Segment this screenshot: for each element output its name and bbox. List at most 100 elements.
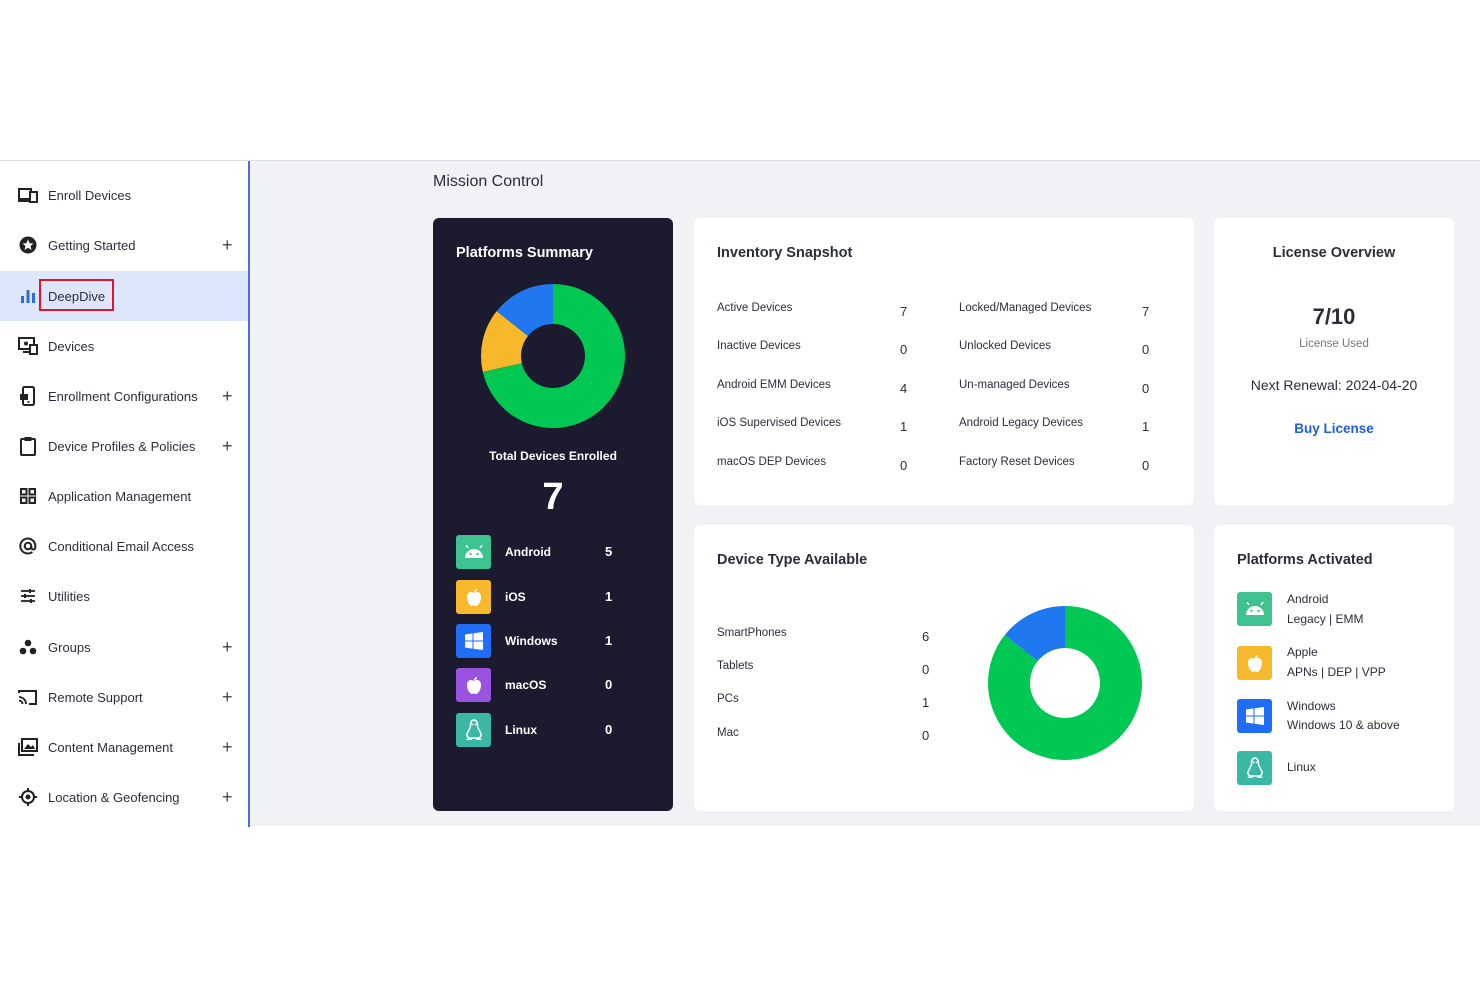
highlight-box	[39, 279, 114, 311]
sidebar-item-device-profiles-policies[interactable]: Device Profiles & Policies +	[0, 421, 248, 471]
platform-name: iOS	[505, 590, 526, 604]
sidebar-item-label: Getting Started	[48, 237, 136, 253]
device-type-card: Device Type Available SmartPhones 6 Tabl…	[694, 525, 1194, 811]
at-sign-icon	[17, 535, 39, 557]
sidebar-item-location-geofencing[interactable]: Location & Geofencing +	[0, 772, 248, 822]
platforms-summary-title: Platforms Summary	[456, 245, 593, 261]
device-type-title: Device Type Available	[717, 552, 868, 568]
inventory-snapshot-title: Inventory Snapshot	[717, 245, 853, 261]
platforms-summary-card: Platforms Summary Total Devices Enrolled…	[433, 218, 673, 811]
platform-count: 1	[605, 589, 613, 604]
inventory-value: 7	[1142, 304, 1150, 319]
device-type-label: PCs	[717, 693, 739, 705]
expand-plus-icon[interactable]: +	[222, 236, 233, 254]
sidebar-item-label: Enrollment Configurations	[48, 388, 198, 404]
device-type-value: 0	[922, 728, 930, 743]
inventory-value: 0	[1142, 458, 1150, 473]
android-icon	[1237, 592, 1272, 626]
sidebar-item-label: Utilities	[48, 588, 90, 604]
apple-icon	[1237, 646, 1272, 680]
expand-plus-icon[interactable]: +	[222, 437, 233, 455]
next-renewal-text: Next Renewal: 2024-04-20	[1250, 377, 1418, 393]
devices-icon	[17, 184, 39, 206]
inventory-value: 1	[1142, 419, 1150, 434]
platform-name: Linux	[505, 723, 537, 737]
platforms-donut-chart	[481, 284, 625, 428]
sidebar-item-conditional-email-access[interactable]: Conditional Email Access	[0, 521, 248, 571]
platform-name: Windows	[505, 634, 558, 648]
linux-icon	[1237, 751, 1272, 785]
license-overview-card: License Overview 7/10 License Used Next …	[1214, 218, 1454, 505]
sidebar-item-label: Devices	[48, 338, 95, 354]
sidebar-item-label: Content Management	[48, 739, 174, 755]
inventory-value: 1	[900, 419, 908, 434]
platform-name: macOS	[505, 678, 547, 692]
platform-row-macos[interactable]: macOS 0	[456, 668, 626, 702]
inventory-value: 0	[900, 458, 908, 473]
platform-activated-sub: Windows 10 & above	[1287, 718, 1400, 732]
platform-count: 0	[605, 722, 613, 737]
sidebar-item-remote-support[interactable]: Remote Support +	[0, 672, 248, 722]
sidebar-item-label: Device Profiles & Policies	[48, 438, 196, 454]
expand-plus-icon[interactable]: +	[222, 638, 233, 656]
platform-row-ios[interactable]: iOS 1	[456, 580, 626, 614]
platform-activated-name: Apple	[1287, 645, 1318, 659]
expand-plus-icon[interactable]: +	[222, 738, 233, 756]
windows-icon	[456, 624, 491, 658]
platform-row-windows[interactable]: Windows 1	[456, 624, 626, 658]
buy-license-link[interactable]: Buy License	[1214, 421, 1454, 436]
device-type-label: Tablets	[717, 660, 754, 672]
inventory-label: Active Devices	[717, 302, 793, 314]
groups-icon	[17, 636, 39, 658]
linux-icon	[456, 713, 491, 747]
platform-row-linux[interactable]: Linux 0	[456, 713, 626, 747]
sidebar-item-utilities[interactable]: Utilities	[0, 571, 248, 621]
inventory-label: Unlocked Devices	[959, 340, 1052, 352]
device-type-label: Mac	[717, 727, 739, 739]
sidebar-item-deepdive[interactable]: DeepDive	[0, 271, 248, 321]
sidebar-item-application-management[interactable]: Application Management	[0, 471, 248, 521]
platform-row-android[interactable]: Android 5	[456, 535, 626, 569]
inventory-snapshot-card: Inventory Snapshot Active Devices 7 Inac…	[694, 218, 1194, 505]
inventory-label: macOS DEP Devices	[717, 456, 827, 468]
device-type-value: 1	[922, 695, 930, 710]
device-type-label: SmartPhones	[717, 627, 787, 639]
sidebar-item-enrollment-configurations[interactable]: Enrollment Configurations +	[0, 371, 248, 421]
apps-grid-icon	[17, 485, 39, 507]
license-used-label: License Used	[1299, 338, 1369, 350]
license-used-value: 7/10	[1312, 304, 1356, 329]
sidebar-item-label: Enroll Devices	[48, 187, 132, 203]
sidebar-item-getting-started[interactable]: Getting Started +	[0, 220, 248, 270]
platform-activated-name: Android	[1287, 592, 1329, 606]
platform-activated-name: Windows	[1287, 699, 1336, 713]
cast-icon	[17, 686, 39, 708]
windows-icon	[1237, 699, 1272, 733]
device-type-value: 6	[922, 629, 930, 644]
sidebar-item-label: Conditional Email Access	[48, 538, 194, 554]
platform-count: 1	[605, 633, 613, 648]
platforms-activated-title: Platforms Activated	[1237, 552, 1373, 568]
sidebar: Enroll Devices Getting Started + DeepDiv…	[0, 161, 250, 827]
sidebar-item-groups[interactable]: Groups +	[0, 622, 248, 672]
sidebar-item-devices[interactable]: Devices	[0, 321, 248, 371]
platform-activated-name: Linux	[1287, 760, 1316, 774]
platform-activated-sub: Legacy | EMM	[1287, 612, 1364, 626]
inventory-label: iOS Supervised Devices	[717, 417, 841, 429]
sliders-icon	[17, 585, 39, 607]
location-target-icon	[17, 786, 39, 808]
page-title: Mission Control	[433, 173, 544, 190]
inventory-label: Un-managed Devices	[959, 379, 1070, 391]
expand-plus-icon[interactable]: +	[222, 688, 233, 706]
expand-plus-icon[interactable]: +	[222, 788, 233, 806]
monitor-icon	[17, 335, 39, 357]
sidebar-item-content-management[interactable]: Content Management +	[0, 722, 248, 772]
platforms-activated-card: Platforms Activated Android Legacy | EMM…	[1214, 525, 1454, 811]
apple-icon	[456, 668, 491, 702]
license-overview-title: License Overview	[1272, 245, 1396, 261]
expand-plus-icon[interactable]: +	[222, 387, 233, 405]
sidebar-item-label: Location & Geofencing	[48, 789, 180, 805]
inventory-label: Locked/Managed Devices	[959, 302, 1092, 314]
inventory-label: Android Legacy Devices	[959, 417, 1084, 429]
total-devices-label: Total Devices Enrolled	[489, 449, 617, 463]
sidebar-item-enroll-devices[interactable]: Enroll Devices	[0, 170, 248, 220]
